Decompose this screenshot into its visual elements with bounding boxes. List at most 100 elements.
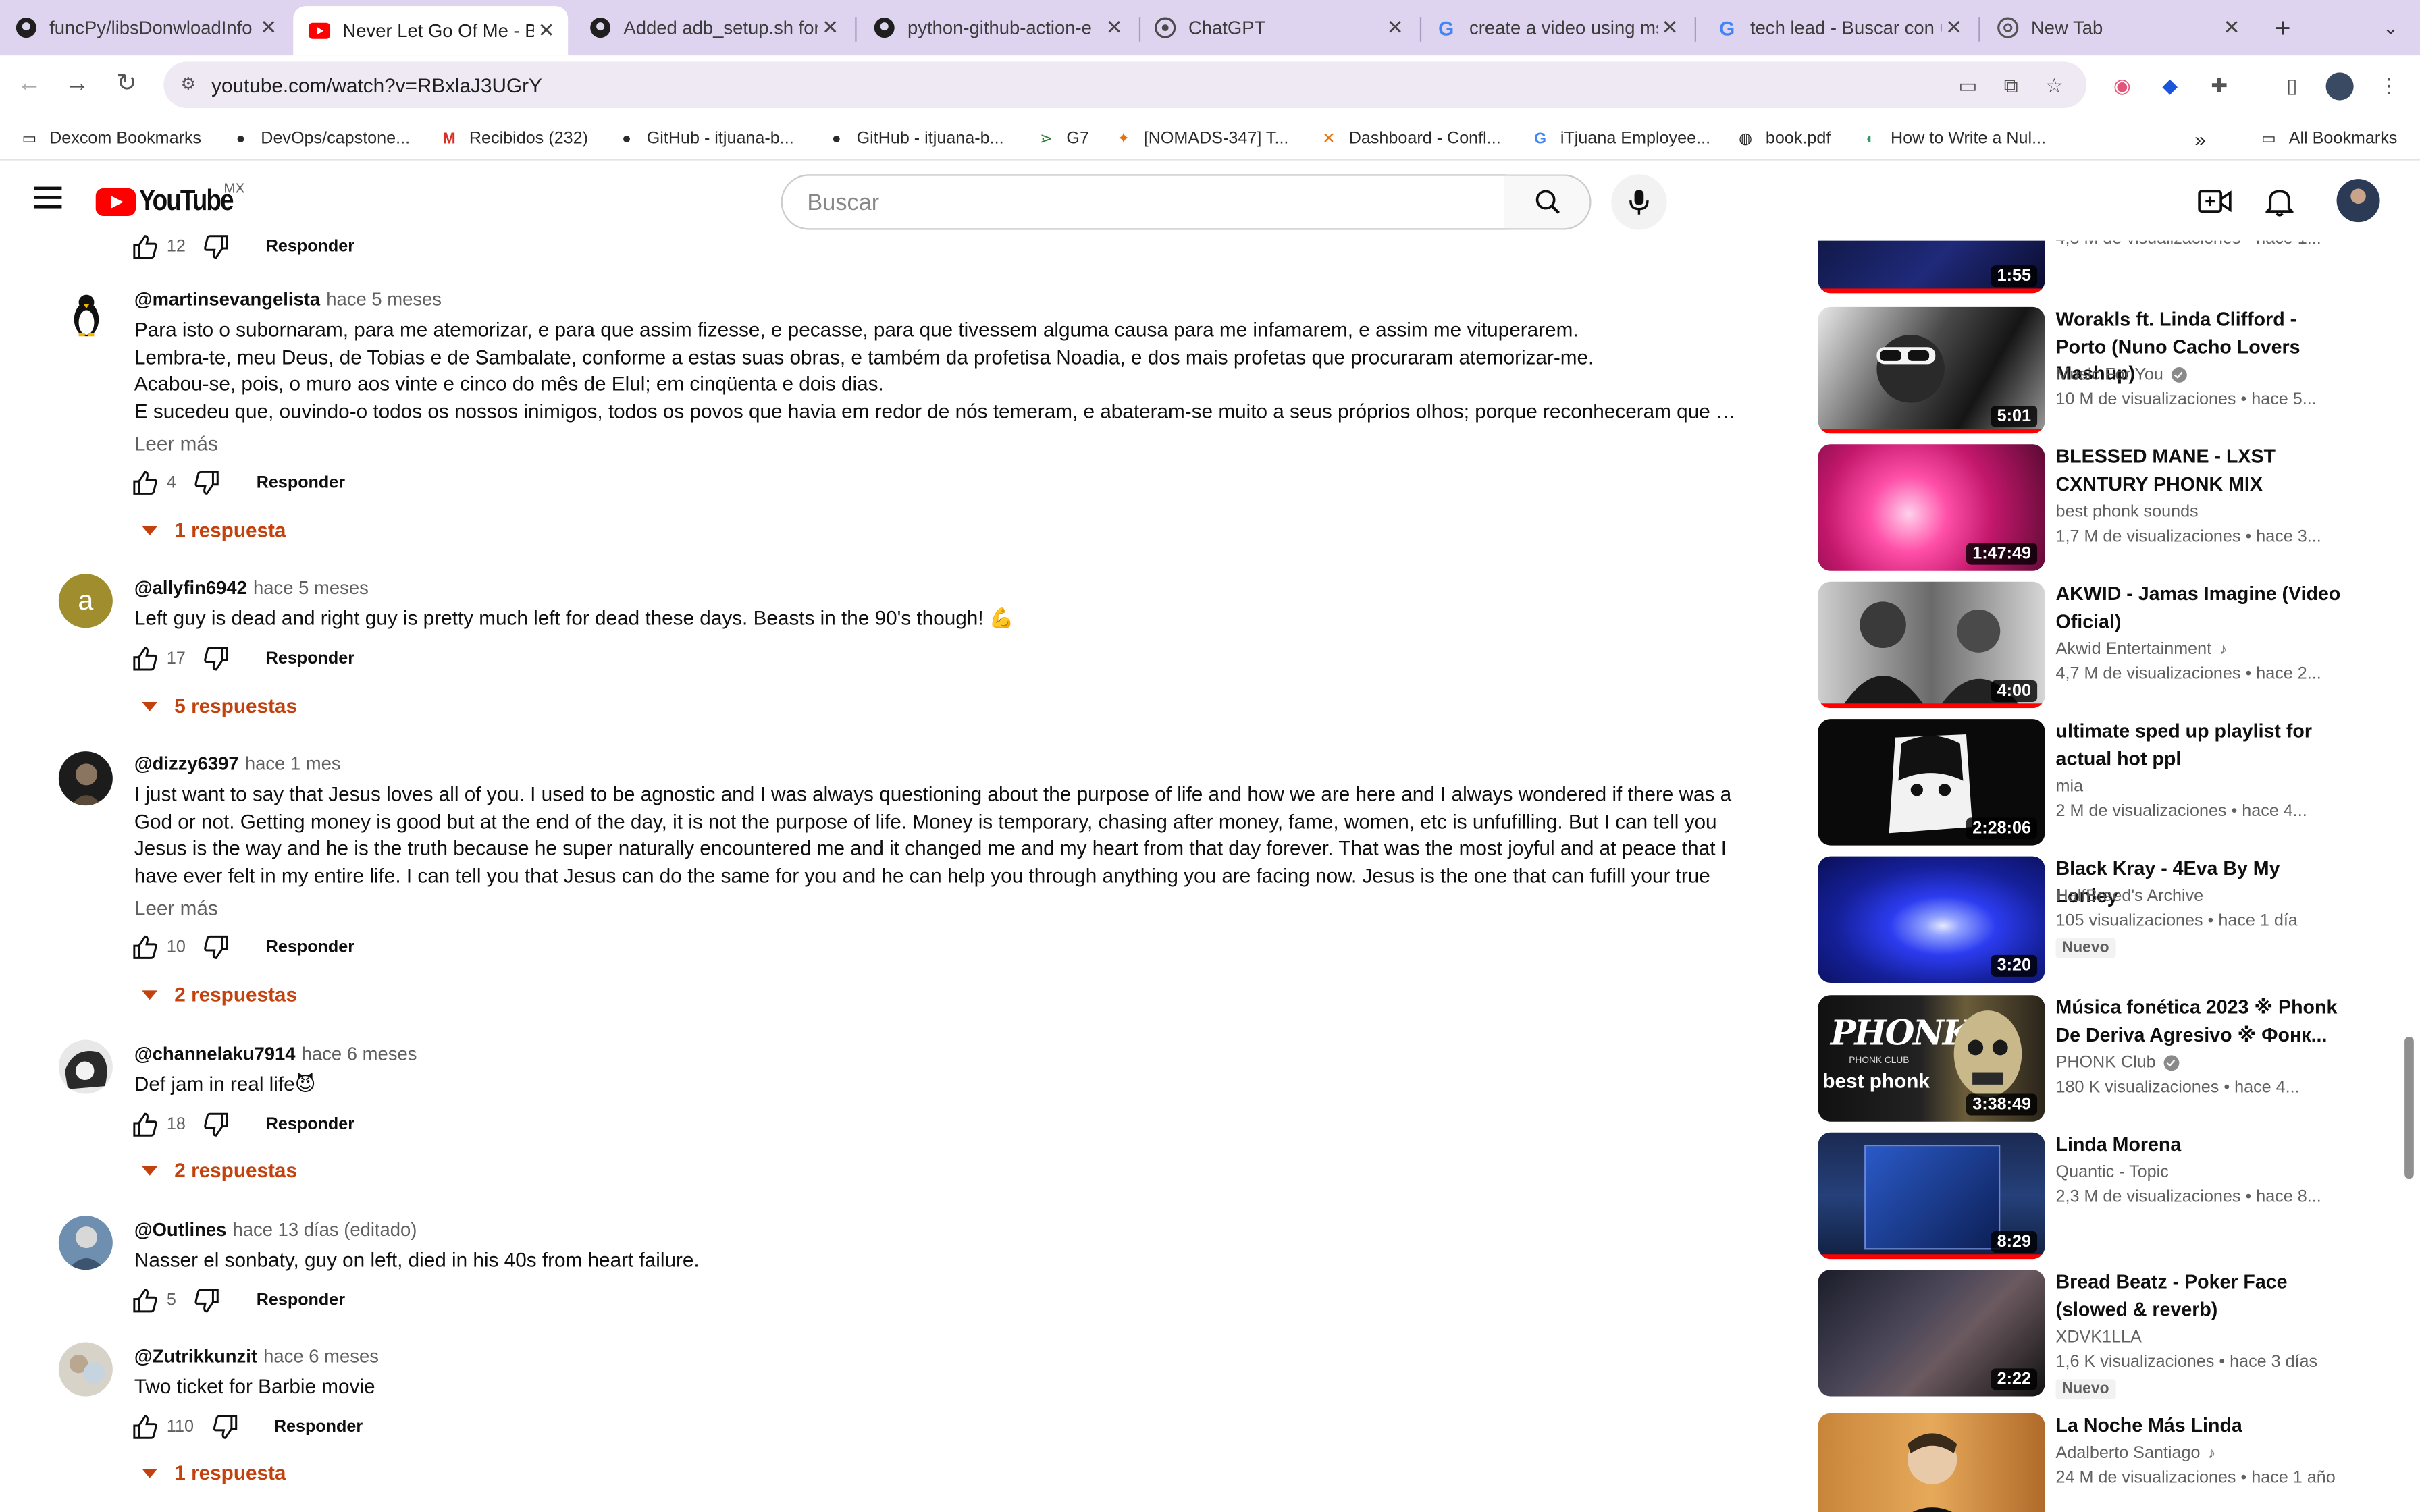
browser-tab[interactable]: New Tab ✕ xyxy=(1982,6,2253,49)
close-icon[interactable]: ✕ xyxy=(534,18,559,43)
video-card[interactable]: 1:47:49 BLESSED MANE - LXST CXNTURY PHON… xyxy=(1818,444,2359,574)
avatar[interactable] xyxy=(58,1040,113,1094)
video-channel[interactable]: HalfBreed's Archive xyxy=(2056,887,2204,905)
view-replies-button[interactable]: 2 respuestas xyxy=(142,983,297,1006)
video-title[interactable]: Música fonética 2023 ※ Phonk De Deriva A… xyxy=(2056,995,2343,1049)
avatar[interactable] xyxy=(58,287,113,342)
profile-avatar[interactable] xyxy=(2325,72,2354,101)
video-card[interactable]: 4:00 AKWID - Jamas Imagine (Video Oficia… xyxy=(1818,581,2359,711)
comment-author[interactable]: @allyfin6942 hace 5 meses xyxy=(134,577,369,599)
comment-author[interactable]: @Zutrikkunzit hace 6 meses xyxy=(134,1345,379,1367)
reply-button[interactable]: Responder xyxy=(257,1291,345,1310)
thumbs-up-icon[interactable] xyxy=(130,232,161,263)
new-tab-button[interactable]: + xyxy=(2269,9,2296,47)
reply-button[interactable]: Responder xyxy=(274,1418,363,1436)
avatar[interactable]: a xyxy=(58,574,113,628)
video-thumbnail[interactable]: 1:47:49 xyxy=(1818,444,2045,571)
search-input[interactable] xyxy=(807,190,1471,216)
avatar[interactable] xyxy=(58,751,113,806)
thumbs-up-icon[interactable] xyxy=(130,1285,161,1316)
bookmark-item[interactable]: ✕ Dashboard - Confl... xyxy=(1318,126,1500,151)
video-channel[interactable]: best phonk sounds xyxy=(2056,503,2199,521)
video-channel[interactable]: PHONK Club xyxy=(2056,1054,2179,1073)
avatar[interactable] xyxy=(58,1216,113,1270)
view-replies-button[interactable]: 5 respuestas xyxy=(142,695,297,718)
address-bar[interactable]: ⚙ youtube.com/watch?v=RBxlaJ3UGrY ▭ ⧉ ☆ xyxy=(163,61,2087,108)
extension-icon[interactable]: ◉ xyxy=(2108,72,2136,100)
comment-author[interactable]: @dizzy6397 hace 1 mes xyxy=(134,753,341,774)
thumbs-down-icon[interactable] xyxy=(192,468,223,499)
browser-tab[interactable]: G create a video using ms ✕ xyxy=(1420,6,1691,49)
create-video-icon[interactable] xyxy=(2197,184,2234,221)
video-thumbnail[interactable]: 3:20 xyxy=(1818,856,2045,983)
video-card[interactable]: La Noche Más Linda Adalberto Santiago ♪ 2… xyxy=(1818,1413,2359,1512)
reply-button[interactable]: Responder xyxy=(257,474,345,492)
all-bookmarks-button[interactable]: ▭ All Bookmarks xyxy=(2258,126,2397,151)
video-channel[interactable]: Akwid Entertainment ♪ xyxy=(2056,641,2227,659)
thumbs-down-icon[interactable] xyxy=(201,1109,232,1140)
bookmark-item[interactable]: ✦ [NOMADS-347] T... xyxy=(1113,126,1288,151)
thumbs-down-icon[interactable] xyxy=(192,1285,223,1316)
video-card[interactable]: 5:01 Worakls ft. Linda Clifford - Porto … xyxy=(1818,306,2359,437)
video-channel[interactable]: XDVK1LLA xyxy=(2056,1328,2142,1347)
view-replies-button[interactable]: 1 respuesta xyxy=(142,518,286,541)
bookmark-item[interactable]: M Recibidos (232) xyxy=(438,126,588,151)
more-bookmarks-chevron-icon[interactable]: » xyxy=(2194,126,2206,151)
video-title[interactable]: AKWID - Jamas Imagine (Video Oficial) xyxy=(2056,582,2343,636)
bookmark-item[interactable]: ● GitHub - itjuana-b... xyxy=(616,126,794,151)
search-button[interactable] xyxy=(1504,174,1592,230)
view-replies-button[interactable]: 1 respuesta xyxy=(142,1461,286,1484)
video-channel[interactable]: Adalberto Santiago ♪ xyxy=(2056,1444,2216,1462)
video-thumbnail[interactable]: 2:28:06 xyxy=(1818,719,2045,846)
browser-tab[interactable]: ChatGPT ✕ xyxy=(1139,6,1417,49)
back-arrow-icon[interactable]: ← xyxy=(12,68,46,102)
browser-tab[interactable]: funcPy/libsDonwloadInfo ✕ xyxy=(0,6,290,49)
forward-arrow-icon[interactable]: → xyxy=(60,68,94,102)
comment-author[interactable]: @Outlines hace 13 días (editado) xyxy=(134,1219,417,1241)
bookmark-item[interactable]: ⋗ G7 xyxy=(1036,126,1089,151)
view-replies-button[interactable]: 2 respuestas xyxy=(142,1159,297,1182)
video-title[interactable]: Linda Morena xyxy=(2056,1133,2343,1160)
thumbs-down-icon[interactable] xyxy=(209,1411,240,1442)
reply-button[interactable]: Responder xyxy=(266,649,354,668)
video-card[interactable]: 2:22 Bread Beatz - Poker Face (slowed & … xyxy=(1818,1270,2359,1400)
thumbs-up-icon[interactable] xyxy=(130,468,161,499)
video-title[interactable]: BLESSED MANE - LXST CXNTURY PHONK MIX xyxy=(2056,444,2343,498)
bookmark-item[interactable]: ● GitHub - itjuana-b... xyxy=(826,126,1004,151)
reply-button[interactable]: Responder xyxy=(266,1116,354,1134)
bookmark-item[interactable]: ● DevOps/capstone... xyxy=(230,126,410,151)
extensions-puzzle-icon[interactable]: ✚ xyxy=(2205,72,2233,100)
video-title[interactable]: Bread Beatz - Poker Face (slowed & rever… xyxy=(2056,1270,2343,1324)
extension-icon[interactable]: ◆ xyxy=(2156,72,2184,100)
bookmark-item[interactable]: GiTjuana Employee... xyxy=(1529,126,1710,151)
thumbs-down-icon[interactable] xyxy=(201,932,232,963)
close-icon[interactable]: ✕ xyxy=(1102,16,1127,40)
comment-author[interactable]: @martinsevangelista hace 5 meses xyxy=(134,288,442,310)
tab-search-chevron-icon[interactable]: ⌄ xyxy=(2377,9,2404,47)
video-thumbnail[interactable]: 1:55 xyxy=(1818,240,2045,294)
video-card[interactable]: 2:28:06 ultimate sped up playlist for ac… xyxy=(1818,719,2359,848)
close-icon[interactable]: ✕ xyxy=(1941,16,1966,40)
comment-author[interactable]: @channelaku7914 hace 6 meses xyxy=(134,1043,417,1064)
bookmark-item[interactable]: ▭ Dexcom Bookmarks xyxy=(18,126,201,151)
video-title[interactable]: La Noche Más Linda xyxy=(2056,1413,2343,1440)
thumbs-down-icon[interactable] xyxy=(201,643,232,674)
close-icon[interactable]: ✕ xyxy=(1383,16,1408,40)
video-channel[interactable]: mia xyxy=(2056,778,2084,796)
video-card[interactable]: PHONK PHONK CLUB best phonk 3:38:49 Músi… xyxy=(1818,995,2359,1125)
video-card[interactable]: 8:29 Linda Morena Quantic - Topic 2,3 M … xyxy=(1818,1132,2359,1262)
side-panel-icon[interactable]: ▯ xyxy=(2278,72,2306,100)
page-scrollbar-thumb[interactable] xyxy=(2404,1036,2414,1179)
menu-hamburger-icon[interactable] xyxy=(34,186,62,209)
video-thumbnail[interactable]: 5:01 xyxy=(1818,306,2045,434)
video-card[interactable]: 3:20 Black Kray - 4Eva By My Lonley Half… xyxy=(1818,856,2359,986)
video-channel[interactable]: Quantic - Topic xyxy=(2056,1163,2169,1181)
browser-tab[interactable]: Added adb_setup.sh for ✕ xyxy=(574,6,851,49)
video-thumbnail[interactable]: 8:29 xyxy=(1818,1132,2045,1260)
video-thumbnail[interactable]: 2:22 xyxy=(1818,1270,2045,1397)
thumbs-up-icon[interactable] xyxy=(130,643,161,674)
reload-icon[interactable]: ↻ xyxy=(109,68,143,102)
video-title[interactable]: ultimate sped up playlist for actual hot… xyxy=(2056,719,2343,773)
translate-icon[interactable]: ⧉ xyxy=(1997,72,2025,100)
bookmark-item[interactable]: ◍ book.pdf xyxy=(1735,126,1831,151)
